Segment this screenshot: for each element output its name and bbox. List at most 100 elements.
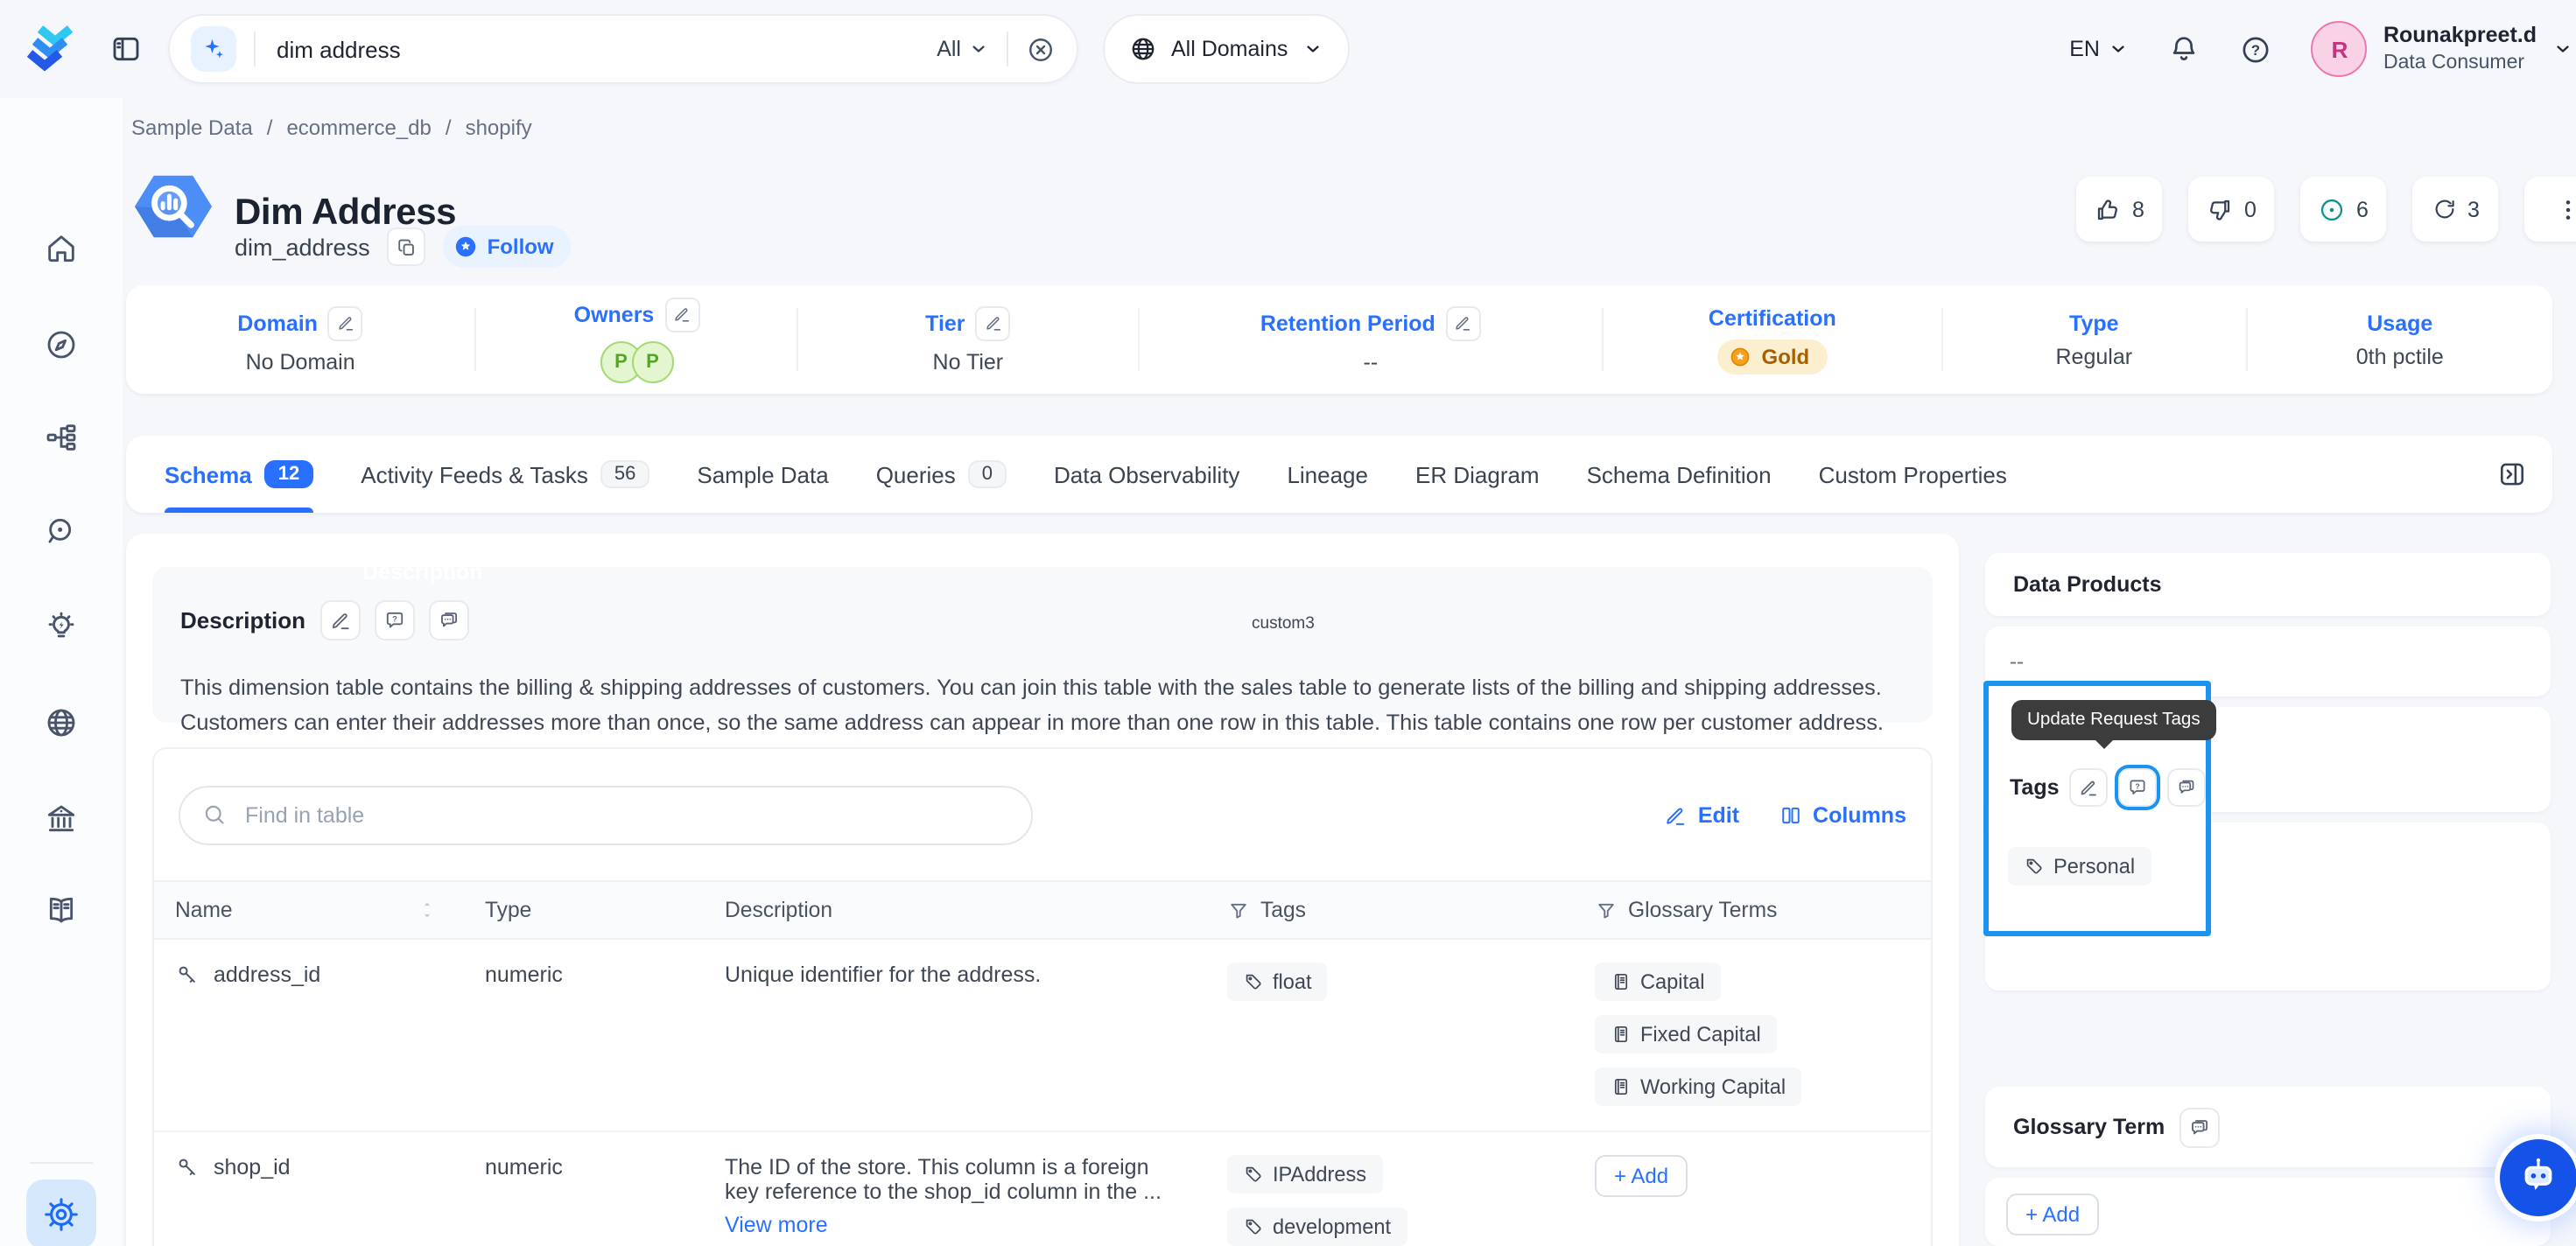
app-logo[interactable] [25,19,84,79]
sidebar-item-explore[interactable] [44,327,79,362]
glossary-term-pill[interactable]: Working Capital [1595,1068,1801,1106]
left-rail [0,98,123,1246]
book-icon [1611,971,1632,992]
sidebar-item-domains[interactable] [44,705,79,740]
tag-pill[interactable]: IPAddress [1227,1155,1382,1194]
request-description-icon[interactable] [374,600,414,640]
view-more-link[interactable]: View more [725,1213,828,1237]
edit-columns-button[interactable]: Edit [1663,802,1739,827]
filter-funnel-icon[interactable] [1227,899,1250,921]
more-menu-button[interactable] [2524,177,2576,242]
breadcrumb: Sample Data / ecommerce_db / shopify [131,116,532,140]
owners-label[interactable]: Owners [574,297,700,332]
request-tags-icon[interactable] [2119,768,2158,807]
filter-funnel-icon[interactable] [1595,899,1618,921]
book-icon [1611,1024,1632,1045]
edit-pencil-icon[interactable] [976,305,1011,340]
tab-sample-data[interactable]: Sample Data [697,436,828,513]
copy-icon[interactable] [388,228,426,266]
comments-icon[interactable] [428,600,468,640]
manage-columns-button[interactable]: Columns [1778,802,1906,827]
add-glossary-term-button[interactable]: + Add [1595,1155,1688,1197]
table-header-row: Name Type Description Tags Glossary Term… [154,880,1931,940]
column-header-name[interactable]: Name [154,898,464,922]
certification-label[interactable]: Certification [1709,305,1836,330]
tags-comments-icon[interactable] [2168,768,2207,807]
tier-label[interactable]: Tier [925,305,1010,340]
retention-label[interactable]: Retention Period [1260,305,1481,340]
breadcrumb-item[interactable]: shopify [466,116,532,140]
tab-lineage[interactable]: Lineage [1287,436,1368,513]
entity-meta-strip: Domain No Domain Owners P P Tier No Tier… [126,285,2552,394]
edit-tags-icon[interactable] [2070,768,2109,807]
tab-activity-feeds[interactable]: Activity Feeds & Tasks56 [361,436,649,513]
upvote-button[interactable]: 8 [2076,177,2162,242]
glossary-term-pill[interactable]: Fixed Capital [1595,1015,1777,1054]
tab-schema-definition[interactable]: Schema Definition [1587,436,1772,513]
glossary-term-content-card: + Add [1985,1178,2551,1246]
collapse-panel-icon[interactable] [2496,458,2528,490]
search-scope-dropdown[interactable]: All [937,37,989,61]
search-input[interactable] [273,34,919,64]
sidebar-item-govern[interactable] [44,802,79,836]
glossary-term-pill[interactable]: Capital [1595,962,1720,1001]
tag-pill[interactable]: development [1227,1208,1407,1246]
user-name: Rounakpreet.d [2383,23,2537,50]
tab-data-observability[interactable]: Data Observability [1054,436,1239,513]
assistant-chatbot-button[interactable] [2500,1139,2576,1216]
tab-er-diagram[interactable]: ER Diagram [1415,436,1540,513]
sidebar-item-home[interactable] [44,231,79,266]
edit-pencil-icon[interactable] [1446,305,1481,340]
edit-pencil-icon[interactable] [664,297,699,332]
breadcrumb-item[interactable]: ecommerce_db [286,116,431,140]
version-history-button[interactable]: 3 [2412,177,2498,242]
follow-button[interactable]: Follow [444,226,572,268]
clear-search-icon[interactable] [1026,34,1056,64]
star-icon [454,234,479,259]
owner-avatar[interactable]: P [631,340,673,382]
search-icon [201,802,228,828]
robot-icon [2516,1155,2561,1200]
tag-pill[interactable]: float [1227,962,1328,1001]
glossary-comments-icon[interactable] [2179,1107,2219,1147]
breadcrumb-item[interactable]: Sample Data [131,116,253,140]
global-search[interactable]: All [168,14,1078,84]
domain-label[interactable]: Domain [237,305,363,340]
edit-pencil-icon[interactable] [328,305,363,340]
notifications-bell-icon[interactable] [2168,32,2201,66]
table-row: address_id numeric Unique identifier for… [154,940,1931,1132]
downvote-button[interactable]: 0 [2188,177,2274,242]
tab-custom-properties[interactable]: Custom Properties [1819,436,2007,513]
watch-button[interactable]: 6 [2300,177,2386,242]
tab-queries[interactable]: Queries0 [876,436,1007,513]
sidebar-item-glossary[interactable] [44,892,79,928]
help-icon[interactable] [2240,32,2273,66]
divider [254,32,256,66]
columns-icon [1778,802,1802,827]
user-menu[interactable]: R Rounakpreet.d Data Consumer [2312,21,2552,77]
ai-sparkle-icon[interactable] [191,26,236,72]
sidebar-toggle-icon[interactable] [109,32,144,66]
all-domains-button[interactable]: All Domains [1103,14,1349,84]
tag-pill[interactable]: Personal [2008,847,2151,886]
sort-icon[interactable] [415,898,439,922]
description-heading: Description [180,607,305,634]
sidebar-item-data-products[interactable] [44,420,79,455]
sidebar-item-insights[interactable] [44,611,79,646]
edit-description-icon[interactable] [319,600,360,640]
type-label[interactable]: Type [2069,311,2119,335]
usage-label[interactable]: Usage [2367,311,2432,335]
add-glossary-term-button[interactable]: + Add [2006,1194,2099,1236]
gear-icon [42,1195,81,1234]
meta-usage: Usage 0th pctile [2248,311,2553,368]
language-selector[interactable]: EN [2069,37,2130,61]
sidebar-item-observability[interactable] [44,514,79,550]
sidebar-item-settings[interactable] [26,1180,96,1246]
meta-owners: Owners P P [476,297,797,382]
find-in-table-input[interactable] [242,801,1010,829]
find-in-table[interactable] [179,785,1033,844]
tag-icon [2024,856,2045,877]
certification-badge: Gold [1718,339,1828,374]
tab-schema[interactable]: Schema12 [165,436,313,513]
chevron-down-icon [2552,38,2573,60]
